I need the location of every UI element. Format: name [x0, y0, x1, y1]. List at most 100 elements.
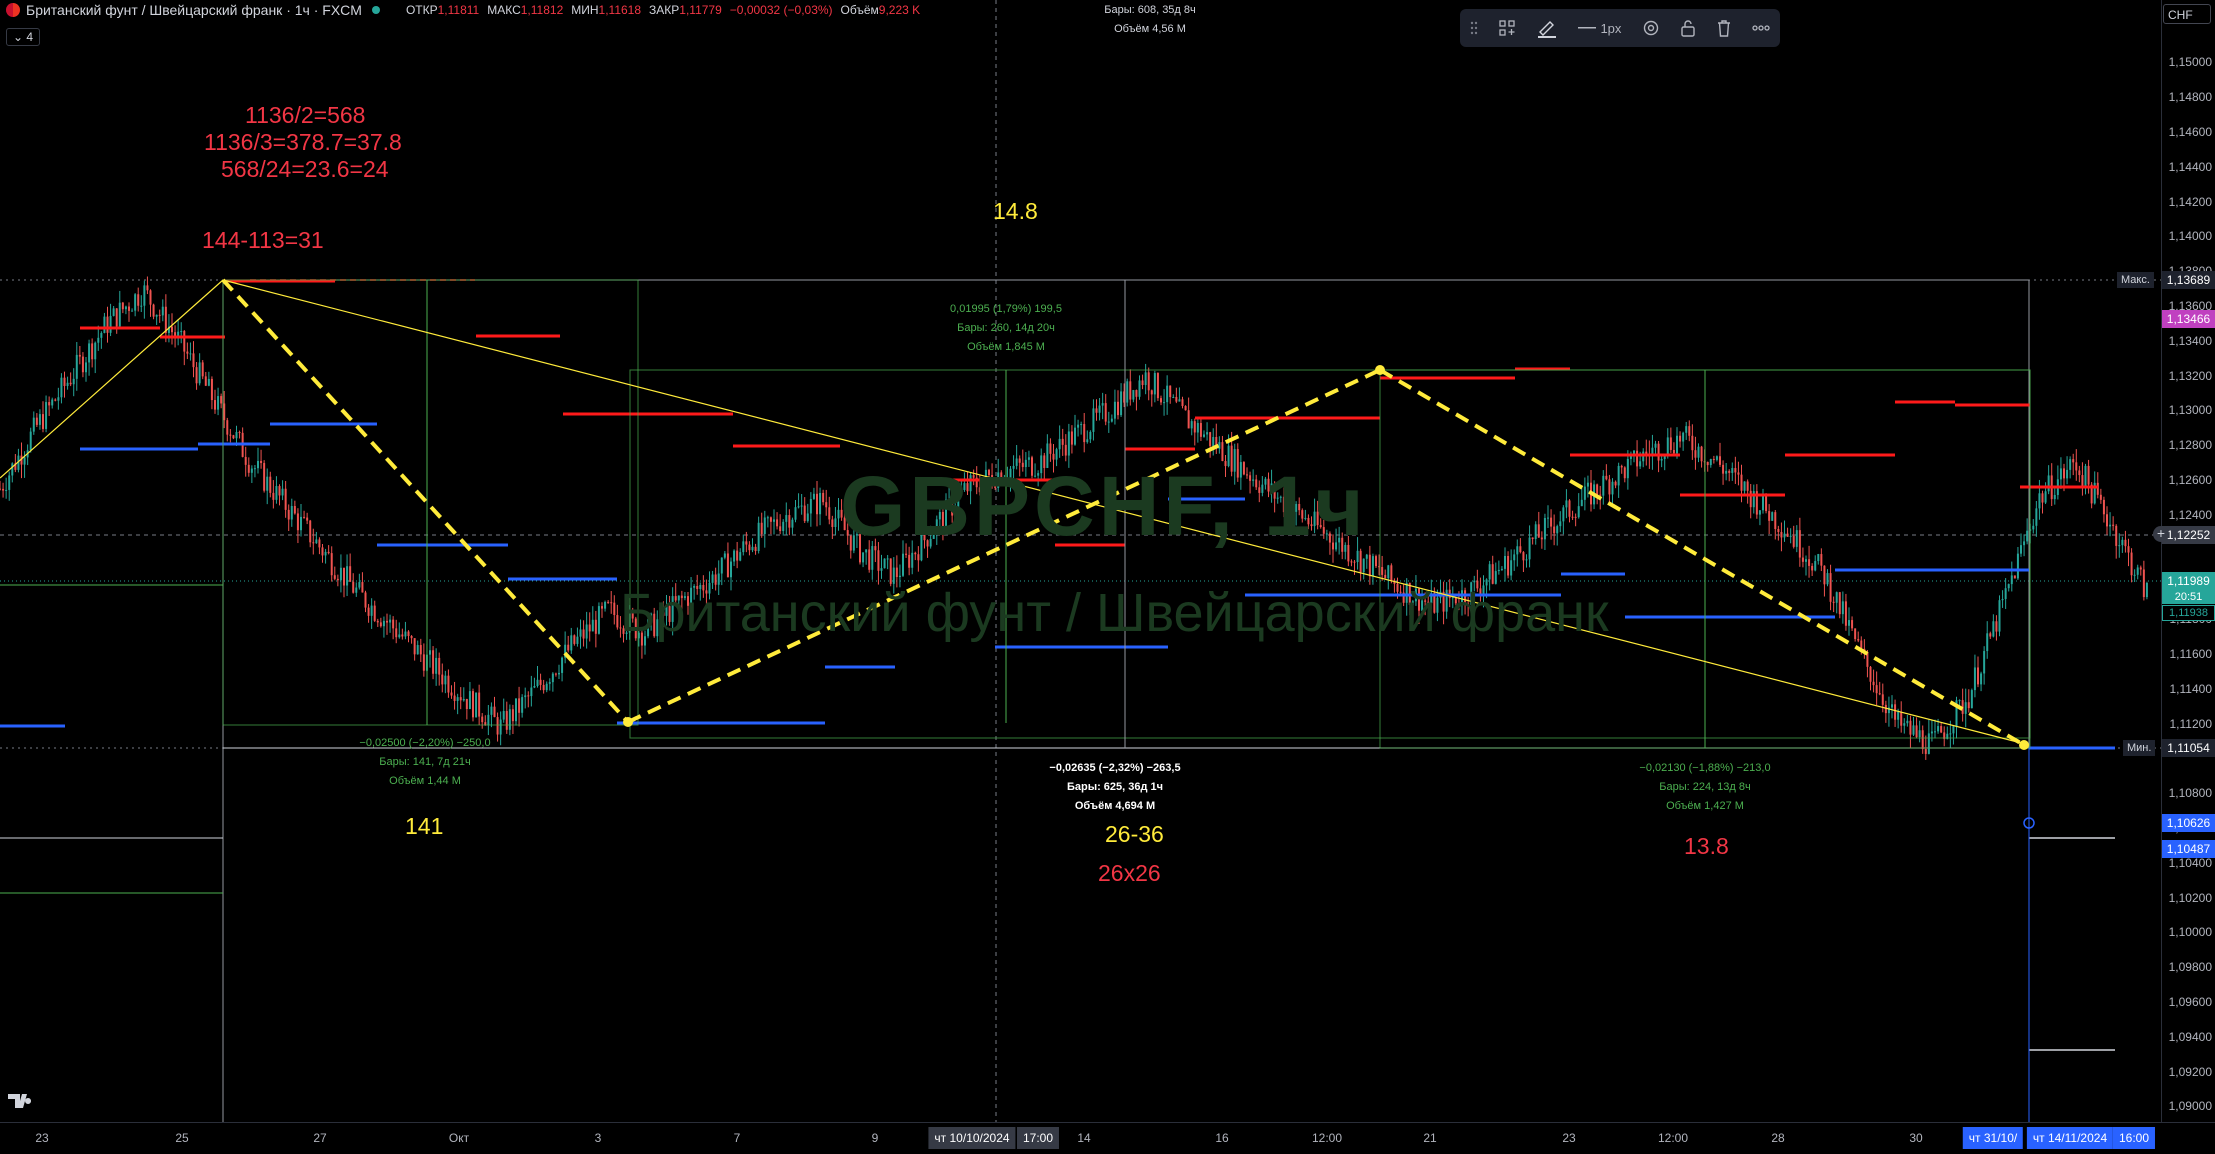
candle-body: [1725, 470, 1728, 474]
candle-body: [588, 624, 591, 632]
candle-body: [1930, 731, 1933, 734]
time-label: 14: [1077, 1131, 1091, 1145]
candle-body: [358, 582, 361, 588]
measure-info-up: 0,01995 (1,79%) 199,5 Бары: 260, 14д 20ч…: [950, 300, 1062, 357]
line-width-button[interactable]: 1px: [1574, 21, 1625, 36]
currency-selector[interactable]: CHF: [2163, 4, 2211, 24]
candle-body: [2136, 567, 2139, 575]
candle-body: [1829, 573, 1832, 602]
candle-body: [508, 709, 511, 730]
annotation-13-8[interactable]: 13.8: [1684, 833, 1729, 860]
candle-body: [487, 714, 490, 726]
candle-body: [1838, 592, 1841, 615]
min-label: Мин.: [2123, 740, 2156, 756]
symbol-title[interactable]: Британский фунт / Швейцарский франк · 1ч…: [26, 2, 362, 18]
candle-body: [232, 435, 235, 439]
candle-body: [616, 615, 619, 628]
candle-body: [1203, 434, 1205, 437]
price-label: 1,14800: [2168, 90, 2212, 105]
lock-icon[interactable]: [1676, 19, 1700, 37]
candle-body: [809, 498, 812, 514]
candle-body: [32, 417, 35, 432]
candle-body: [908, 554, 911, 568]
candle-body: [109, 315, 112, 333]
candle-body: [1574, 516, 1577, 518]
candle-body: [1940, 726, 1943, 733]
candle-body: [370, 605, 373, 616]
candle-body: [386, 620, 388, 623]
measure-change: −0,02500 (−2,20%) −250,0: [359, 737, 491, 749]
candle-body: [143, 285, 146, 306]
candle-body: [530, 687, 533, 697]
annotation-calc-1[interactable]: 1136/2=568: [245, 102, 365, 129]
more-icon[interactable]: [1748, 25, 1774, 31]
candle-body: [419, 645, 422, 655]
candle-body: [2115, 525, 2118, 546]
candle-body: [2, 488, 5, 491]
candle-body: [1970, 690, 1973, 709]
candle-body: [604, 601, 607, 609]
tradingview-logo-icon[interactable]: [8, 1090, 40, 1116]
candle-body: [124, 306, 127, 310]
candle-body: [1826, 573, 1829, 585]
drag-handle-icon[interactable]: [1466, 21, 1482, 35]
price-label: 1,11400: [2169, 681, 2213, 696]
add-alert-icon[interactable]: +: [2153, 526, 2169, 542]
candle-body: [1762, 494, 1764, 511]
candle-body: [1774, 512, 1777, 530]
candle-body: [1688, 426, 1691, 436]
time-label: 3: [594, 1131, 602, 1145]
annotation-calc-2[interactable]: 1136/3=378.7=37.8: [204, 129, 402, 156]
settings-icon[interactable]: [1638, 19, 1664, 37]
candle-body: [1878, 693, 1881, 695]
measure-bars: Бары: 224, 13д 8ч: [1659, 781, 1751, 793]
annotation-calc-3[interactable]: 568/24=23.6=24: [221, 156, 389, 183]
candle-body: [515, 698, 517, 722]
candle-body: [1666, 437, 1669, 456]
candle-body: [1553, 526, 1556, 534]
candle-body: [886, 558, 889, 560]
candle-body: [1049, 443, 1052, 454]
candle-body: [1556, 526, 1559, 534]
template-icon[interactable]: [1494, 19, 1520, 37]
price-label: 1,09600: [2168, 994, 2212, 1009]
candle-body: [364, 592, 367, 608]
annotation-141[interactable]: 141: [405, 813, 443, 840]
price-axis[interactable]: 1,15000 1,14800 1,14600 1,14400 1,14200 1,140…: [2161, 0, 2215, 1122]
candle-body: [505, 711, 508, 730]
candle-body: [318, 539, 321, 548]
trend-lines: [0, 278, 2035, 1122]
candle-body: [137, 294, 140, 306]
time-axis[interactable]: 30 28 12:00 23 21 12:00 16 14 9 7 3 Окт 27 25 23 чт 10…: [0, 1122, 2215, 1154]
candle-body: [1199, 423, 1202, 437]
candle-body: [889, 558, 892, 584]
candle-body: [816, 493, 818, 515]
indicator-counter[interactable]: ⌄ 4: [6, 28, 41, 46]
line-color-button[interactable]: [1532, 18, 1562, 38]
trash-icon[interactable]: [1712, 19, 1736, 37]
measure-change: −0,02635 (−2,32%) −263,5: [1049, 762, 1181, 774]
candle-body: [2081, 475, 2084, 487]
candle-body: [1353, 561, 1356, 563]
annotation-14-8[interactable]: 14.8: [993, 198, 1038, 225]
candle-body: [220, 396, 223, 404]
candle-body: [1783, 533, 1786, 538]
measure-volume: Объём 4,694 M: [1074, 800, 1156, 812]
candle-body: [389, 619, 392, 623]
candle-body: [1660, 458, 1663, 461]
candle-body: [1737, 472, 1740, 475]
candle-body: [570, 635, 573, 651]
candle-body: [100, 332, 103, 338]
candle-body: [1841, 601, 1844, 615]
measure-bars: Бары: 625, 36д 1ч: [1066, 781, 1164, 793]
candle-body: [806, 513, 809, 522]
candle-body: [1562, 507, 1565, 522]
annotation-calc-4[interactable]: 144-113=31: [202, 227, 324, 254]
candle-body: [1528, 537, 1531, 560]
candle-body: [158, 314, 161, 316]
candle-body: [2063, 468, 2065, 479]
annotation-26x26[interactable]: 26x26: [1098, 860, 1161, 887]
candle-body: [2026, 530, 2029, 542]
annotation-26-36[interactable]: 26-36: [1105, 821, 1164, 848]
candle-body: [524, 695, 527, 698]
